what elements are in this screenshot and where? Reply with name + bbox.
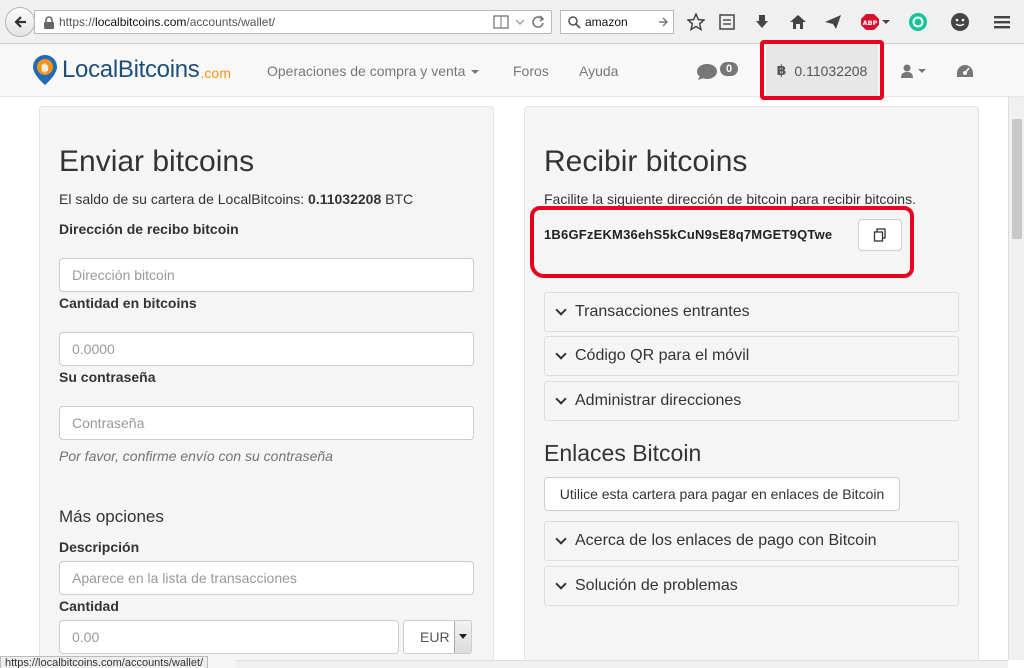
svg-text:฿: ฿ bbox=[41, 62, 49, 75]
reload-icon[interactable] bbox=[531, 15, 545, 29]
select-arrow[interactable] bbox=[454, 621, 471, 653]
bitcoin-pin-icon: ฿ bbox=[33, 55, 57, 85]
quantity-input[interactable]: 0.00 bbox=[59, 620, 399, 654]
nav-forums[interactable]: Foros bbox=[513, 63, 549, 79]
accordion-qr-code[interactable]: Código QR para el móvil bbox=[544, 336, 959, 376]
search-bar[interactable]: amazon bbox=[560, 10, 674, 34]
site-logo[interactable]: ฿ LocalBitcoins .com bbox=[32, 54, 231, 86]
receive-title: Recibir bitcoins bbox=[544, 145, 748, 178]
caret-down-icon bbox=[471, 70, 480, 75]
currency-value: EUR bbox=[420, 629, 450, 645]
chevron-down-icon bbox=[555, 304, 567, 316]
chevron-down-icon bbox=[555, 533, 567, 545]
bookmarks-list-icon[interactable] bbox=[717, 12, 737, 32]
reader-view-icon[interactable] bbox=[493, 15, 509, 29]
dashboard-gauge-icon[interactable] bbox=[956, 64, 974, 78]
chat-bubble-icon[interactable] bbox=[696, 63, 718, 81]
url-bar[interactable]: https://localbitcoins.com/accounts/walle… bbox=[34, 10, 552, 34]
chevron-down-icon bbox=[555, 578, 567, 590]
star-bookmark-icon[interactable] bbox=[686, 12, 706, 32]
messages-count-badge[interactable]: 0 bbox=[720, 62, 739, 76]
bitcoin-links-title: Enlaces Bitcoin bbox=[544, 440, 702, 466]
lock-icon bbox=[44, 16, 54, 29]
nav-trade-dropdown[interactable]: Operaciones de compra y venta bbox=[267, 63, 480, 79]
logo-text: LocalBitcoins bbox=[62, 56, 200, 83]
amount-input[interactable]: 0.0000 bbox=[59, 332, 474, 366]
chat-smiley-icon[interactable] bbox=[950, 12, 970, 32]
download-icon[interactable] bbox=[752, 12, 772, 32]
password-label: Su contraseña bbox=[59, 369, 156, 385]
send-balance-text: El saldo de su cartera de LocalBitcoins:… bbox=[59, 191, 414, 207]
search-icon bbox=[568, 16, 581, 29]
receive-intro: Facilite la siguiente dirección de bitco… bbox=[544, 191, 916, 207]
arrow-left-icon bbox=[14, 16, 26, 28]
accordion-about-payment-links[interactable]: Acerca de los enlaces de pago con Bitcoi… bbox=[544, 521, 959, 561]
address-label: Dirección de recibo bitcoin bbox=[59, 221, 239, 237]
accordion-incoming-transactions[interactable]: Transacciones entrantes bbox=[544, 292, 959, 332]
send-title: Enviar bitcoins bbox=[59, 145, 255, 178]
home-icon[interactable] bbox=[788, 12, 808, 32]
description-input[interactable]: Aparece en la lista de transacciones bbox=[59, 561, 474, 595]
chevron-down-icon bbox=[459, 634, 467, 639]
adblock-icon[interactable]: ABP bbox=[860, 12, 892, 32]
dropdown-history-icon[interactable] bbox=[515, 15, 525, 29]
accordion-troubleshooting[interactable]: Solución de problemas bbox=[544, 566, 959, 606]
address-input[interactable]: Dirección bitcoin bbox=[59, 258, 474, 292]
arrow-right-icon[interactable] bbox=[657, 15, 669, 29]
currency-select[interactable]: EUR bbox=[403, 620, 472, 654]
hamburger-menu-icon[interactable] bbox=[992, 12, 1012, 32]
vertical-scrollbar[interactable] bbox=[1008, 97, 1024, 660]
amount-label: Cantidad en bitcoins bbox=[59, 295, 197, 311]
search-text: amazon bbox=[585, 15, 628, 29]
status-bar-url: https://localbitcoins.com/accounts/walle… bbox=[0, 656, 209, 668]
password-help: Por favor, confirme envío con su contras… bbox=[59, 448, 333, 464]
grammarly-icon[interactable] bbox=[908, 12, 928, 32]
browser-toolbar: https://localbitcoins.com/accounts/walle… bbox=[0, 0, 1024, 44]
scroll-thumb[interactable] bbox=[1012, 119, 1022, 239]
user-icon[interactable] bbox=[900, 64, 928, 78]
back-button[interactable] bbox=[5, 7, 35, 37]
logo-suffix: .com bbox=[200, 65, 231, 81]
send-plane-icon[interactable] bbox=[823, 12, 843, 32]
quantity-label: Cantidad bbox=[59, 598, 119, 614]
chevron-down-icon bbox=[555, 348, 567, 360]
accordion-manage-addresses[interactable]: Administrar direcciones bbox=[544, 381, 959, 421]
chevron-down-icon bbox=[555, 393, 567, 405]
description-label: Descripción bbox=[59, 539, 140, 555]
nav-help[interactable]: Ayuda bbox=[579, 63, 618, 79]
password-input[interactable]: Contraseña bbox=[59, 406, 474, 440]
red-highlight-address bbox=[530, 206, 914, 278]
more-options-heading: Más opciones bbox=[59, 507, 164, 526]
horizontal-scrollbar[interactable] bbox=[236, 660, 1008, 668]
use-wallet-for-links-button[interactable]: Utilice esta cartera para pagar en enlac… bbox=[544, 477, 900, 511]
svg-text:ABP: ABP bbox=[863, 19, 878, 27]
red-highlight-balance bbox=[760, 40, 884, 100]
url-text: https://localbitcoins.com/accounts/walle… bbox=[59, 15, 276, 29]
